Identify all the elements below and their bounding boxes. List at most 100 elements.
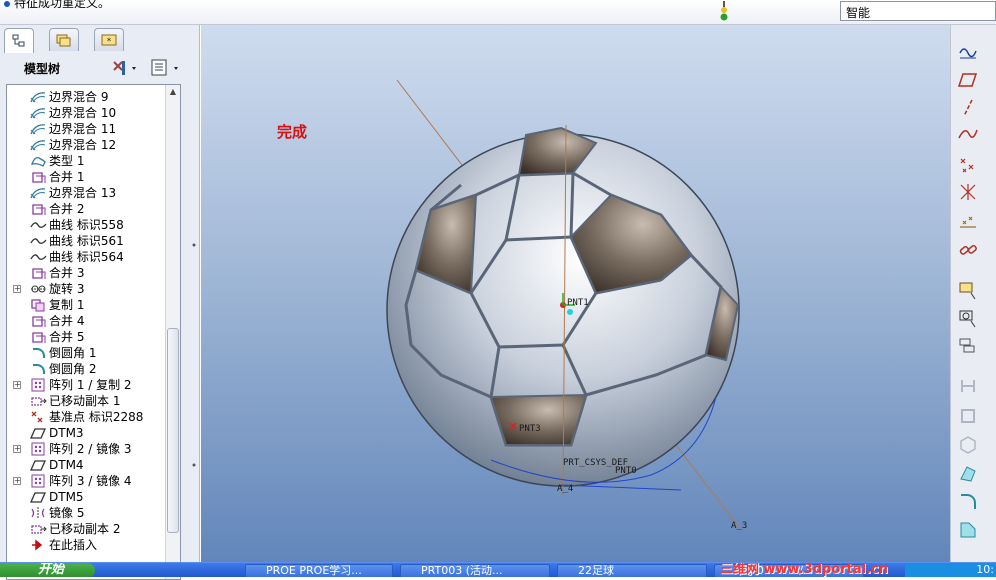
tree-item-label: 复制 1	[49, 298, 85, 312]
tree-item[interactable]: 类型 1	[7, 153, 167, 169]
tree-item-label: 边界混合 10	[49, 106, 117, 120]
tree-settings-icon[interactable]	[110, 58, 140, 78]
tree-item-label: 合并 1	[49, 170, 85, 184]
datum-point-icon[interactable]	[957, 153, 979, 175]
tree-item[interactable]: 合并 2	[7, 201, 167, 217]
annotation-icon[interactable]	[957, 307, 979, 329]
sketch-icon[interactable]	[957, 41, 979, 63]
merge-icon	[29, 330, 47, 344]
graphics-window[interactable]: 完成 PNT1 PNT3 PNT0 PRT_CSYS_DEF A_4 A_3	[201, 25, 950, 562]
tree-item[interactable]: DTM4	[7, 457, 167, 473]
tab-model-tree[interactable]	[4, 28, 34, 53]
round-icon	[29, 346, 47, 360]
tree-item[interactable]: + 阵列 1 / 复制 2	[7, 377, 167, 393]
revolve-icon	[29, 282, 47, 296]
taskbar-item[interactable]: PRT003 (活动...	[400, 564, 550, 577]
tree-item-label: 合并 4	[49, 314, 85, 328]
datum-curve-icon[interactable]	[957, 123, 979, 145]
tree-item[interactable]: 边界混合 11	[7, 121, 167, 137]
tree-item[interactable]: 边界混合 10	[7, 105, 167, 121]
tree-item[interactable]: 合并 5	[7, 329, 167, 345]
datum-axis-icon[interactable]	[957, 97, 979, 119]
svg-text:*: *	[107, 37, 112, 47]
tree-item[interactable]: 曲线 标识558	[7, 217, 167, 233]
tree-item[interactable]: DTM3	[7, 425, 167, 441]
tree-item-label: 倒圆角 1	[49, 346, 97, 360]
tree-item-label: DTM4	[49, 458, 84, 472]
copy-icon	[29, 298, 47, 312]
model-tree-title: 模型树	[24, 62, 61, 76]
tree-item[interactable]: 已移动副本 2	[7, 521, 167, 537]
start-button[interactable]: 开始	[0, 563, 95, 577]
tree-item[interactable]: 倒圆角 1	[7, 345, 167, 361]
datum-plane-icon	[29, 458, 47, 472]
mirror-icon	[29, 506, 47, 520]
tree-filters-icon[interactable]	[150, 58, 184, 78]
chain-link-icon[interactable]	[957, 239, 979, 261]
scroll-thumb[interactable]	[167, 328, 179, 533]
tree-item[interactable]: 倒圆角 2	[7, 361, 167, 377]
watermark: 三维网 www.3dportal.cn	[720, 562, 889, 577]
tree-item-label: 合并 3	[49, 266, 85, 280]
tree-item-label: DTM3	[49, 426, 84, 440]
tree-item[interactable]: 合并 4	[7, 313, 167, 329]
tree-item-label: 已移动副本 1	[49, 394, 121, 408]
tree-item-label: 边界混合 13	[49, 186, 117, 200]
tree-item[interactable]: 合并 3	[7, 265, 167, 281]
clock: 10:	[976, 563, 994, 576]
tree-item[interactable]: DTM5	[7, 489, 167, 505]
soccer-ball-model[interactable]: PNT1 PNT3 PNT0 PRT_CSYS_DEF A_4 A_3	[201, 25, 950, 562]
rectangle-note-icon[interactable]	[957, 279, 979, 301]
surface-icon	[29, 154, 47, 168]
tab-folder-browser[interactable]	[49, 28, 79, 51]
tree-item[interactable]: + 旋转 3	[7, 281, 167, 297]
tree-item[interactable]: 镜像 5	[7, 505, 167, 521]
tree-item[interactable]: 边界混合 9	[7, 89, 167, 105]
status-message-text: 特征成功重定义。	[14, 0, 111, 10]
coordinate-system-icon[interactable]	[957, 181, 979, 203]
tree-item[interactable]: 边界混合 12	[7, 137, 167, 153]
analysis-icon[interactable]	[957, 209, 979, 231]
taskbar-item[interactable]: 22足球	[557, 564, 707, 577]
datum-point-icon	[29, 410, 47, 424]
tree-item-label: 合并 5	[49, 330, 85, 344]
tree-item-label: 阵列 2 / 镜像 3	[49, 442, 132, 456]
datum-plane-icon[interactable]	[957, 69, 979, 91]
tab-favorites[interactable]: *	[94, 28, 124, 51]
tree-item[interactable]: 在此插入	[7, 537, 167, 553]
datum-plane-icon	[29, 490, 47, 504]
model-tree-header: 模型树	[6, 54, 190, 82]
tree-item-label: 倒圆角 2	[49, 362, 97, 376]
tree-item[interactable]: 曲线 标识564	[7, 249, 167, 265]
tree-item[interactable]: 复制 1	[7, 297, 167, 313]
tree-item[interactable]: 基准点 标识2288	[7, 409, 167, 425]
message-bar: 特征成功重定义。 智能	[0, 0, 996, 25]
tree-item-label: 类型 1	[49, 154, 85, 168]
tree-item[interactable]: 合并 1	[7, 169, 167, 185]
panel-sash[interactable]	[190, 125, 198, 485]
taskbar-item[interactable]: PROE PROE学习...	[245, 564, 393, 577]
tree-item[interactable]: 曲线 标识561	[7, 233, 167, 249]
round-icon[interactable]	[957, 491, 979, 513]
layers-icon[interactable]	[957, 335, 979, 357]
expand-toggle-icon[interactable]: +	[13, 285, 21, 293]
expand-toggle-icon[interactable]: +	[13, 381, 21, 389]
chamfer-icon[interactable]	[957, 519, 979, 541]
tree-item-label: 曲线 标识564	[49, 250, 124, 264]
tree-item[interactable]: 边界混合 13	[7, 185, 167, 201]
boundary-blend-icon	[29, 122, 47, 136]
expand-toggle-icon[interactable]: +	[13, 477, 21, 485]
tree-scrollbar[interactable]: ▲ ▼	[165, 85, 180, 579]
merge-icon	[29, 170, 47, 184]
regeneration-status-icon[interactable]	[718, 1, 730, 23]
tree-item[interactable]: + 阵列 2 / 镜像 3	[7, 441, 167, 457]
selection-filter-select[interactable]: 智能	[840, 1, 996, 21]
tree-item[interactable]: 已移动副本 1	[7, 393, 167, 409]
datum-plane-icon	[29, 426, 47, 440]
merge-icon	[29, 202, 47, 216]
expand-toggle-icon[interactable]: +	[13, 445, 21, 453]
draft-icon[interactable]	[957, 463, 979, 485]
csys-origin	[567, 309, 573, 315]
tree-item[interactable]: + 阵列 3 / 镜像 4	[7, 473, 167, 489]
scroll-up-arrow-icon[interactable]: ▲	[168, 87, 178, 99]
